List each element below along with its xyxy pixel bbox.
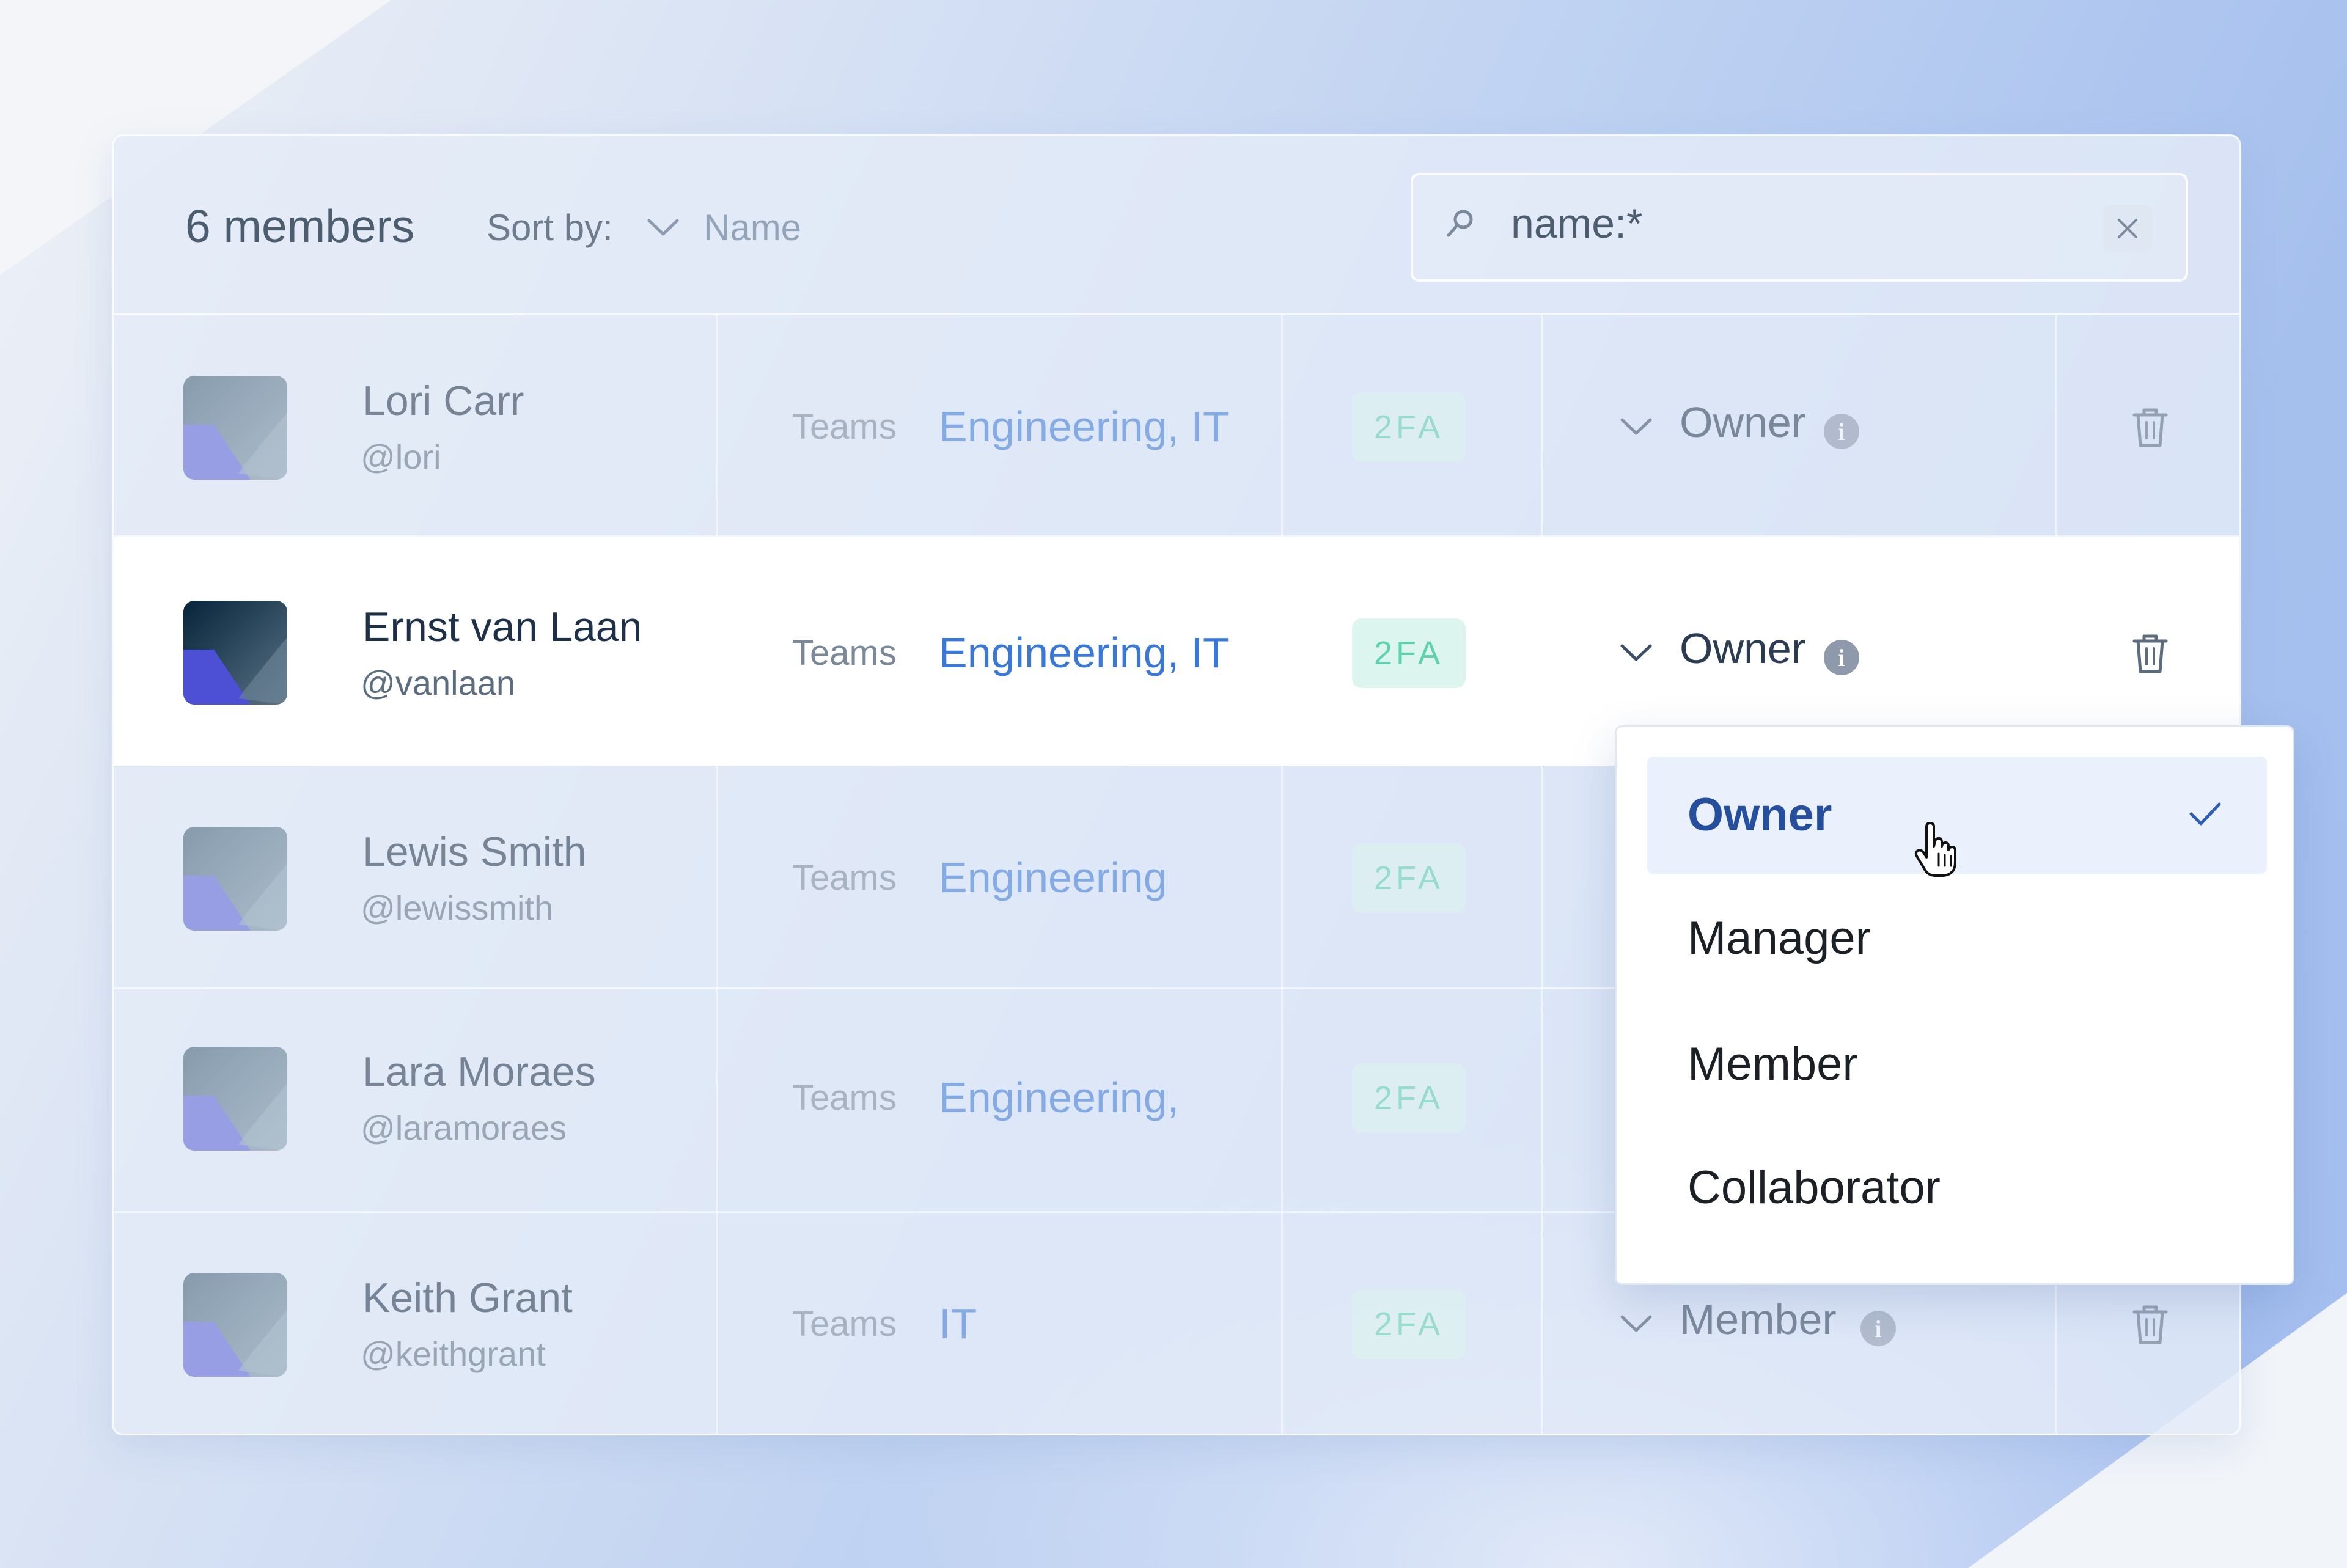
column-divider [716, 315, 718, 1434]
chevron-down-icon[interactable] [1618, 414, 1654, 438]
member-handle: @vanlaan [361, 664, 516, 702]
dropdown-option-collaborator[interactable]: Collaborator [1647, 1129, 2267, 1247]
teams-label: Teams [792, 407, 897, 447]
member-name: Lara Moraes [362, 1049, 596, 1095]
table-row: Lori Carr @lori Teams Engineering, IT 2F… [114, 315, 2239, 537]
member-handle: @lewissmith [361, 888, 554, 927]
dropdown-option-label: Collaborator [1688, 1162, 1941, 1214]
close-icon [2118, 219, 2137, 238]
teams-link[interactable]: Engineering, [939, 1073, 1179, 1122]
member-name: Keith Grant [362, 1275, 573, 1321]
member-count: 6 members [185, 200, 415, 252]
teams-label: Teams [792, 1304, 897, 1344]
dropdown-option-label: Manager [1688, 912, 1871, 964]
column-divider [1541, 315, 1543, 1434]
info-icon[interactable]: i [1824, 414, 1859, 449]
sort-label: Sort by: [487, 207, 613, 248]
avatar [183, 1047, 287, 1151]
member-handle: @keithgrant [361, 1335, 546, 1373]
trash-icon[interactable] [2132, 1303, 2169, 1346]
teams-label: Teams [792, 633, 897, 673]
role-select[interactable]: Member [1680, 1295, 1837, 1344]
trash-icon[interactable] [2132, 632, 2169, 675]
avatar [183, 827, 287, 931]
chevron-down-icon[interactable] [1618, 640, 1654, 664]
chevron-down-icon[interactable] [645, 214, 681, 239]
chevron-down-icon[interactable] [1618, 1311, 1654, 1335]
teams-label: Teams [792, 858, 897, 898]
member-name: Ernst van Laan [362, 604, 642, 650]
teams-link[interactable]: Engineering [939, 853, 1167, 902]
teams-link[interactable]: Engineering, IT [939, 402, 1229, 451]
avatar [183, 1273, 287, 1377]
search-query[interactable]: name:* [1511, 200, 1642, 247]
2fa-badge: 2FA [1352, 392, 1466, 462]
member-handle: @laramoraes [361, 1108, 567, 1147]
dropdown-option-member[interactable]: Member [1647, 1006, 2267, 1123]
sort-value[interactable]: Name [703, 207, 801, 249]
toolbar: 6 members Sort by: Name name:* [114, 136, 2239, 315]
member-name: Lewis Smith [362, 829, 587, 875]
role-select[interactable]: Owner [1680, 624, 1805, 673]
2fa-badge: 2FA [1352, 1063, 1466, 1133]
trash-icon[interactable] [2132, 406, 2169, 449]
clear-search-button[interactable] [2103, 205, 2152, 252]
member-name: Lori Carr [362, 378, 524, 424]
member-handle: @lori [361, 438, 441, 476]
dropdown-option-manager[interactable]: Manager [1647, 880, 2267, 997]
search-icon [1447, 210, 1473, 237]
2fa-badge: 2FA [1352, 1289, 1466, 1359]
hand-pointer-icon [1914, 822, 1956, 877]
role-dropdown-menu: Owner Manager Member Collaborator [1615, 725, 2294, 1285]
teams-link[interactable]: IT [939, 1299, 977, 1348]
search-input[interactable]: name:* [1411, 173, 2188, 282]
2fa-badge: 2FA [1352, 618, 1466, 688]
role-select[interactable]: Owner [1680, 398, 1805, 447]
avatar [183, 376, 287, 480]
teams-link[interactable]: Engineering, IT [939, 628, 1229, 677]
avatar [183, 601, 287, 705]
teams-label: Teams [792, 1078, 897, 1118]
info-icon[interactable]: i [1824, 640, 1859, 675]
column-divider [1281, 315, 1283, 1434]
check-icon [2189, 802, 2221, 826]
2fa-badge: 2FA [1352, 843, 1466, 913]
info-icon[interactable]: i [1860, 1311, 1896, 1346]
dropdown-option-label: Owner [1688, 789, 1832, 841]
dropdown-option-label: Member [1688, 1038, 1858, 1090]
